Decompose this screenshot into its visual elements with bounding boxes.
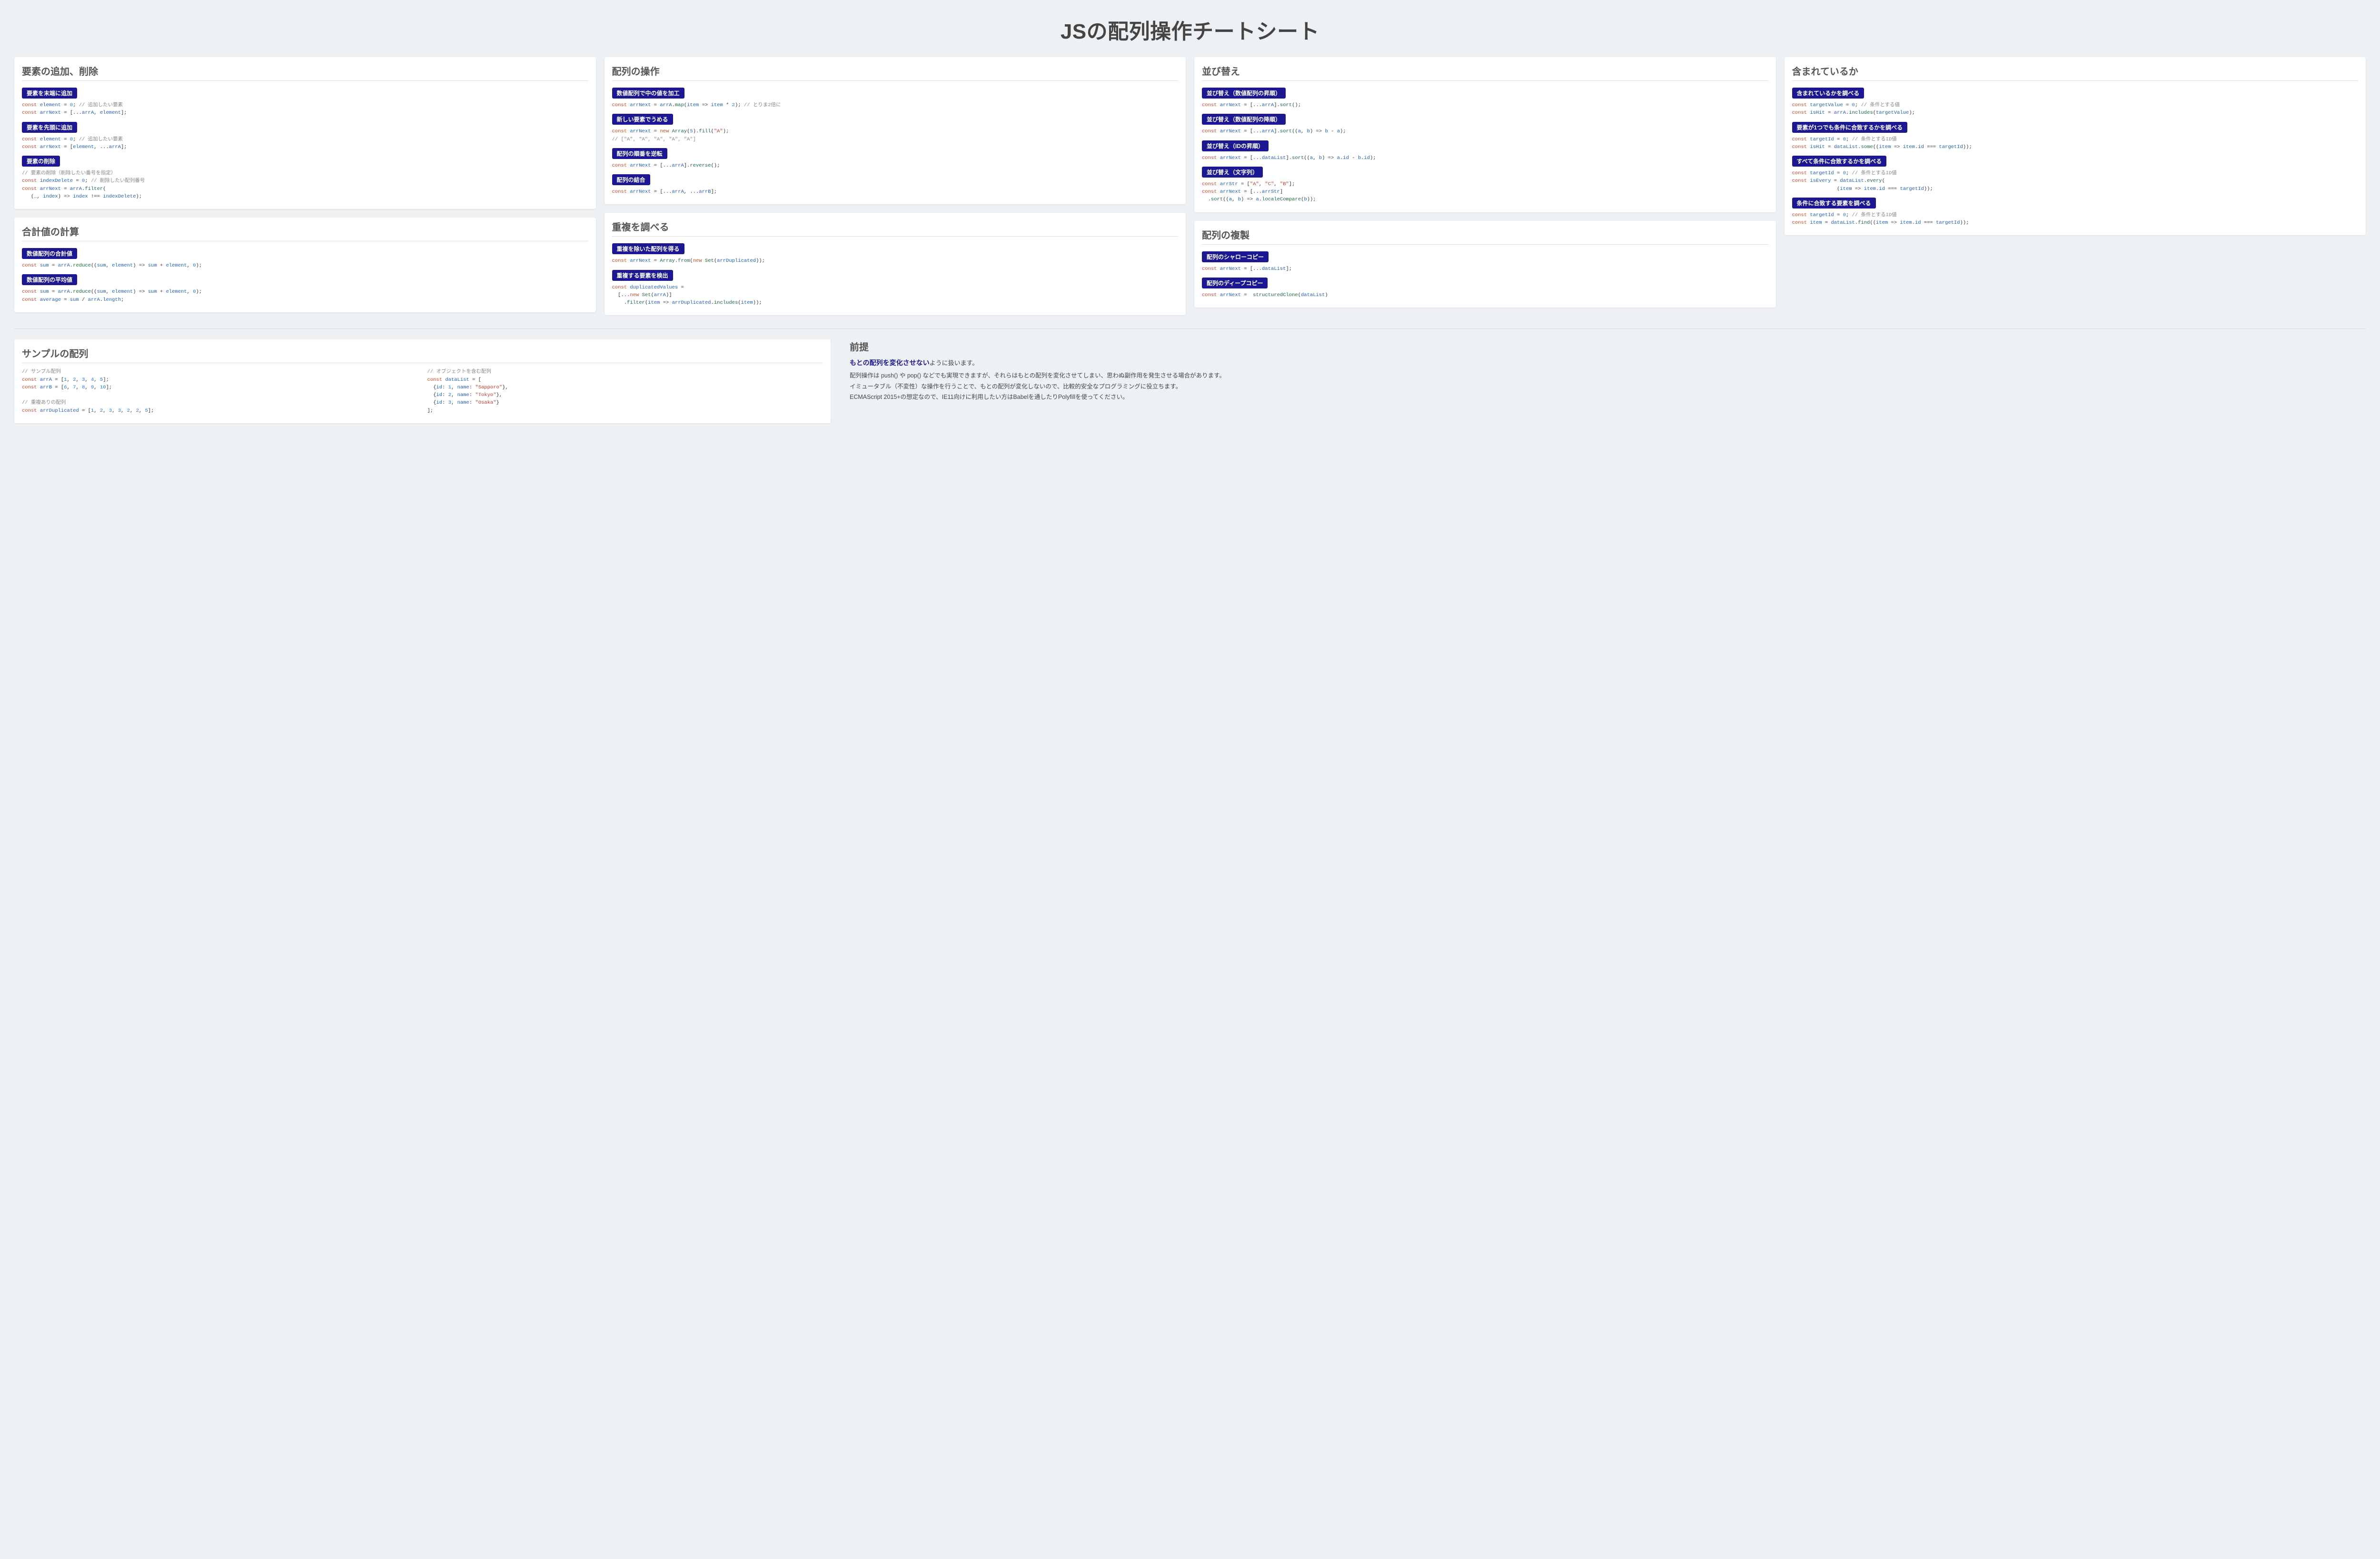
- section-heading: 配列の操作: [612, 64, 1179, 81]
- code-block: const targetValue = 0; // 条件とする値 const i…: [1792, 101, 2359, 117]
- section-heading: 合計値の計算: [22, 224, 588, 241]
- section-heading: 重複を調べる: [612, 219, 1179, 237]
- premise-lead-bold: もとの配列を変化させない: [850, 359, 930, 367]
- code-block: const targetId = 0; // 条件とするID値 const is…: [1792, 169, 2359, 193]
- code-block: const targetId = 0; // 条件とするID値 const is…: [1792, 136, 2359, 151]
- premise-lead: もとの配列を変化させないように扱います。: [850, 358, 2366, 367]
- card-copy: 配列の複製配列のシャローコピー const arrNext = [...dataL…: [1194, 221, 1776, 308]
- code-block: const arrNext = [...arrA, ...arrB];: [612, 188, 1179, 196]
- code-block: const arrNext = [...arrA].sort((a, b) =>…: [1202, 128, 1768, 135]
- code-block: // オブジェクトを含む配列 const dataList = [ {id: 1…: [427, 368, 823, 415]
- code-label: 数値配列の平均値: [22, 274, 77, 285]
- code-block: const arrNext = [...arrA].reverse();: [612, 162, 1179, 169]
- code-block: const arrNext = new Array(5).fill("A"); …: [612, 128, 1179, 143]
- code-block: // 要素の削除（削除したい番号を指定） const indexDelete =…: [22, 169, 588, 200]
- code-label: 配列のシャローコピー: [1202, 251, 1269, 262]
- code-block: const arrNext = [...dataList];: [1202, 265, 1768, 273]
- page-title: JSの配列操作チートシート: [14, 14, 2366, 45]
- code-label: 要素の削除: [22, 156, 60, 167]
- section-heading: 前提: [850, 339, 2366, 353]
- code-label: すべて条件に合致するかを調べる: [1792, 156, 1887, 167]
- code-block: const arrNext = structuredClone(dataList…: [1202, 291, 1768, 299]
- code-block: const targetId = 0; // 条件とするID値 const it…: [1792, 211, 2359, 227]
- card-sample-array: サンプルの配列 // サンプル配列 const arrA = [1, 2, 3,…: [14, 339, 831, 423]
- code-block: const arrNext = [...dataList].sort((a, b…: [1202, 154, 1768, 162]
- code-label: 要素が1つでも条件に合致するかを調べる: [1792, 122, 1908, 133]
- code-label: 条件に合致する要素を調べる: [1792, 198, 1876, 209]
- code-label: 数値配列の合計値: [22, 248, 77, 259]
- card-sum: 合計値の計算数値配列の合計値 const sum = arrA.reduce((s…: [14, 218, 596, 312]
- code-label: 要素を先頭に追加: [22, 122, 77, 133]
- code-label: 重複を除いた配列を得る: [612, 243, 684, 254]
- card-duplicates: 重複を調べる重複を除いた配列を得る const arrNext = Array.f…: [605, 213, 1186, 315]
- code-label: 新しい要素でうめる: [612, 114, 673, 125]
- code-label: 数値配列で中の値を加工: [612, 88, 684, 99]
- code-block: const sum = arrA.reduce((sum, element) =…: [22, 262, 588, 269]
- code-block: const sum = arrA.reduce((sum, element) =…: [22, 288, 588, 304]
- section-heading: 配列の複製: [1202, 228, 1768, 245]
- card-sort: 並び替え並び替え（数値配列の昇順） const arrNext = [...arr…: [1194, 57, 1776, 212]
- premise-body: 配列操作は push() や pop() などでも実現できますが、それらはもとの…: [850, 370, 2366, 403]
- code-label: 並び替え（文字列）: [1202, 167, 1263, 178]
- card-add-remove: 要素の追加、削除要素を末端に追加 const element = 0; // 追加…: [14, 57, 596, 209]
- code-block: const arrNext = arrA.map(item => item * …: [612, 101, 1179, 109]
- code-label: 並び替え（数値配列の昇順）: [1202, 88, 1286, 99]
- card-contains: 含まれているか含まれているかを調べる const targetValue = 0;…: [1785, 57, 2366, 235]
- section-heading: 含まれているか: [1792, 64, 2359, 81]
- card-manipulate: 配列の操作数値配列で中の値を加工 const arrNext = arrA.map…: [605, 57, 1186, 204]
- card-grid: 要素の追加、削除要素を末端に追加 const element = 0; // 追加…: [14, 57, 2366, 315]
- code-label: 配列の結合: [612, 174, 650, 185]
- code-label: 並び替え（IDの昇順）: [1202, 140, 1269, 151]
- section-heading: サンプルの配列: [22, 346, 823, 363]
- code-label: 要素を末端に追加: [22, 88, 77, 99]
- code-label: 重複する要素を検出: [612, 270, 673, 281]
- code-label: 含まれているかを調べる: [1792, 88, 1864, 99]
- code-block: const arrNext = Array.from(new Set(arrDu…: [612, 257, 1179, 265]
- code-block: const element = 0; // 追加したい要素 const arrN…: [22, 136, 588, 151]
- section-heading: 要素の追加、削除: [22, 64, 588, 81]
- code-label: 並び替え（数値配列の降順）: [1202, 114, 1286, 125]
- section-heading: 並び替え: [1202, 64, 1768, 81]
- code-block: const arrStr = ["A", "C", "B"]; const ar…: [1202, 180, 1768, 204]
- premise-lead-tail: ように扱います。: [930, 359, 979, 367]
- code-block: const duplicatedValues = [...new Set(arr…: [612, 284, 1179, 307]
- code-block: // サンプル配列 const arrA = [1, 2, 3, 4, 5]; …: [22, 368, 418, 415]
- divider: [14, 328, 2366, 329]
- code-label: 配列の順番を逆転: [612, 148, 667, 159]
- code-block: const arrNext = [...arrA].sort();: [1202, 101, 1768, 109]
- code-block: const element = 0; // 追加したい要素 const arrN…: [22, 101, 588, 117]
- code-label: 配列のディープコピー: [1202, 278, 1268, 288]
- premise-section: 前提 もとの配列を変化させないように扱います。 配列操作は push() や p…: [850, 339, 2366, 403]
